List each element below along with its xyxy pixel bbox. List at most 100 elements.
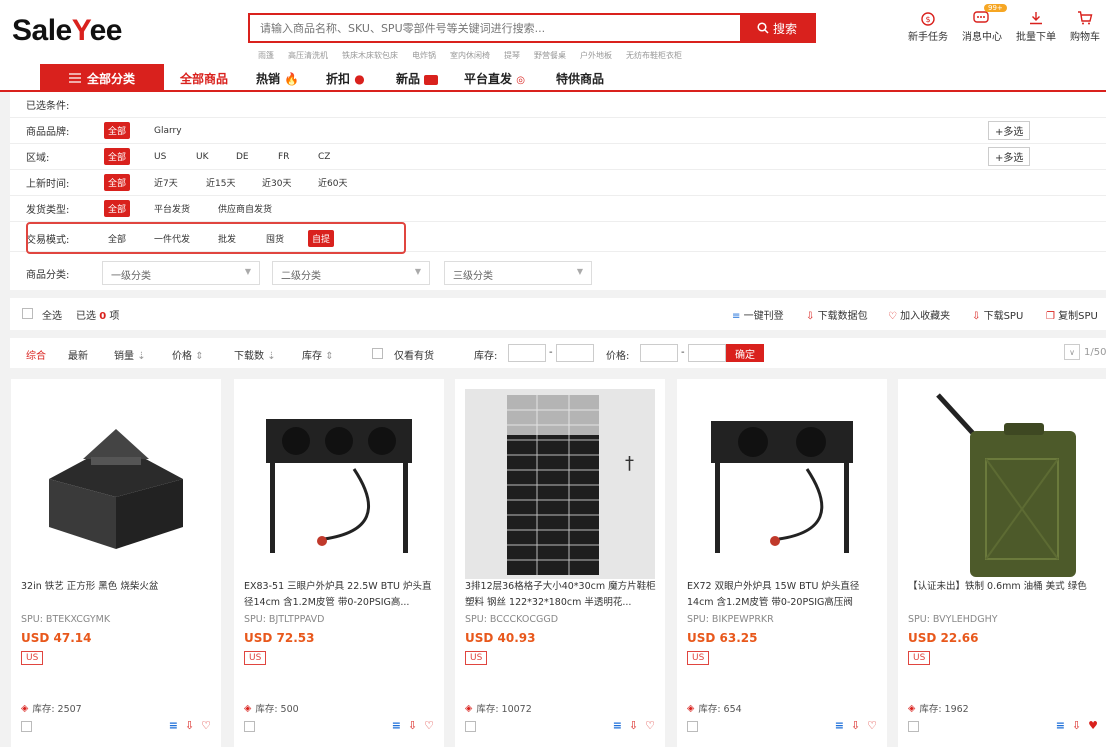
select-all-checkbox[interactable] [22, 308, 33, 319]
cart-button[interactable]: 购物车 [1070, 8, 1100, 43]
multi-select-button[interactable]: +多选 [988, 121, 1031, 140]
filter-option[interactable]: 全部 [104, 200, 131, 217]
search-button[interactable]: 搜索 [740, 15, 814, 41]
product-image[interactable] [687, 389, 877, 579]
nav-all-products[interactable]: 全部商品 [180, 70, 228, 87]
download-icon[interactable]: ⇩ [185, 719, 194, 732]
publish-icon[interactable]: ≡ [835, 719, 844, 732]
sort-downloads[interactable]: 下载数 ⇣ [234, 347, 276, 362]
product-title[interactable]: 【认证未出】铁制 0.6mm 油桶 美式 绿色 [908, 579, 1104, 611]
product-checkbox[interactable] [908, 721, 919, 732]
sort-comprehensive[interactable]: 综合 [26, 347, 46, 362]
product-image[interactable] [244, 389, 434, 579]
category-level1-select[interactable]: 一级分类 ▼ [102, 261, 260, 285]
message-center-button[interactable]: 99+ 消息中心 [962, 4, 1007, 43]
select-all-label[interactable]: 全选 [42, 307, 62, 322]
download-icon[interactable]: ⇩ [408, 719, 417, 732]
product-card[interactable]: 32in 铁艺 正方形 黑色 烧柴火盆 SPU: BTEKXCGYMK USD … [11, 379, 221, 747]
download-icon[interactable]: ⇩ [851, 719, 860, 732]
product-card[interactable]: 【认证未出】铁制 0.6mm 油桶 美式 绿色 SPU: BVYLEHDGHY … [898, 379, 1106, 747]
publish-icon[interactable]: ≡ [169, 719, 178, 732]
product-card[interactable]: EX83-51 三眼户外炉具 22.5W BTU 炉头直径14cm 含1.2M皮… [234, 379, 444, 747]
hot-word[interactable]: 高压清洗机 [288, 50, 328, 61]
product-checkbox[interactable] [465, 721, 476, 732]
filter-option[interactable]: UK [196, 152, 209, 162]
filter-option[interactable]: Glarry [154, 126, 182, 136]
in-stock-checkbox[interactable] [372, 348, 383, 359]
hot-word[interactable]: 野营餐桌 [534, 50, 566, 61]
product-card[interactable]: EX72 双眼户外炉具 15W BTU 炉头直径14cm 含1.2M皮管 带0-… [677, 379, 887, 747]
add-favorites-button[interactable]: ♡ 加入收藏夹 [888, 307, 950, 322]
filter-option[interactable]: 近30天 [262, 176, 291, 189]
category-level3-select[interactable]: 三级分类 ▼ [444, 261, 592, 285]
filter-option[interactable]: 近15天 [206, 176, 235, 189]
product-image[interactable]: † [465, 389, 655, 579]
product-checkbox[interactable] [244, 721, 255, 732]
filter-option[interactable]: 平台发货 [154, 202, 190, 215]
filter-option[interactable]: 近60天 [318, 176, 347, 189]
price-max-input[interactable] [688, 344, 726, 362]
nav-new[interactable]: 新品 [396, 70, 439, 87]
search-input[interactable] [250, 15, 742, 41]
bulk-order-button[interactable]: 批量下单 [1016, 8, 1056, 43]
nav-discount[interactable]: 折扣 ● [326, 70, 365, 87]
confirm-filter-button[interactable]: 确定 [726, 344, 764, 362]
stock-max-input[interactable] [556, 344, 594, 362]
heart-icon[interactable]: ♡ [424, 719, 434, 732]
sort-latest[interactable]: 最新 [68, 347, 88, 362]
nav-special-supply[interactable]: 特供商品 [556, 70, 604, 87]
product-card[interactable]: † 3排12层36格格子大小40*30cm 魔方片鞋柜 塑料 钢丝 122*32… [455, 379, 665, 747]
heart-icon[interactable]: ♡ [201, 719, 211, 732]
hot-word[interactable]: 雨篷 [258, 50, 274, 61]
sort-price[interactable]: 价格 ⇕ [172, 347, 204, 362]
filter-option[interactable]: CZ [318, 152, 330, 162]
download-icon[interactable]: ⇩ [629, 719, 638, 732]
download-icon[interactable]: ⇩ [1072, 719, 1081, 732]
hot-word[interactable]: 户外地板 [580, 50, 612, 61]
product-checkbox[interactable] [687, 721, 698, 732]
filter-option[interactable]: 全部 [104, 148, 131, 165]
heart-icon[interactable]: ♡ [645, 719, 655, 732]
download-spu-button[interactable]: ⇩ 下载SPU [972, 307, 1023, 322]
hot-word[interactable]: 室内休闲椅 [450, 50, 490, 61]
filter-option[interactable]: 全部 [104, 174, 131, 191]
filter-option[interactable]: FR [278, 152, 289, 162]
filter-option[interactable]: DE [236, 152, 249, 162]
sort-stock[interactable]: 库存 ⇕ [302, 347, 334, 362]
nav-hot-sale[interactable]: 热销 🔥 [256, 70, 299, 87]
filter-option[interactable]: 供应商自发货 [218, 202, 272, 215]
in-stock-label[interactable]: 仅看有货 [394, 347, 434, 362]
sort-sales[interactable]: 销量 ⇣ [114, 347, 146, 362]
one-click-publish-button[interactable]: ≡ 一键刊登 [732, 307, 784, 322]
copy-spu-button[interactable]: ❐ 复制SPU [1046, 307, 1098, 322]
hot-word[interactable]: 电炸锅 [412, 50, 436, 61]
filter-option[interactable]: 近7天 [154, 176, 178, 189]
product-image[interactable] [908, 389, 1098, 579]
product-title[interactable]: EX72 双眼户外炉具 15W BTU 炉头直径14cm 含1.2M皮管 带0-… [687, 579, 883, 611]
product-image[interactable] [21, 389, 211, 579]
product-title[interactable]: EX83-51 三眼户外炉具 22.5W BTU 炉头直径14cm 含1.2M皮… [244, 579, 440, 611]
category-level2-select[interactable]: 二级分类 ▼ [272, 261, 430, 285]
heart-filled-icon[interactable]: ♥ [1088, 719, 1098, 732]
heart-icon[interactable]: ♡ [867, 719, 877, 732]
hot-word[interactable]: 提琴 [504, 50, 520, 61]
product-title[interactable]: 3排12层36格格子大小40*30cm 魔方片鞋柜 塑料 钢丝 122*32*1… [465, 579, 661, 611]
filter-option[interactable]: US [154, 152, 166, 162]
publish-icon[interactable]: ≡ [392, 719, 401, 732]
hot-word[interactable]: 铁床木床软包床 [342, 50, 398, 61]
publish-icon[interactable]: ≡ [613, 719, 622, 732]
stock-min-input[interactable] [508, 344, 546, 362]
download-package-button[interactable]: ⇩ 下载数据包 [806, 307, 868, 322]
multi-select-button[interactable]: +多选 [988, 147, 1031, 166]
nav-platform-direct[interactable]: 平台直发 ◎ [464, 70, 525, 87]
pagination-dropdown[interactable]: ∨ [1064, 344, 1080, 360]
price-min-input[interactable] [640, 344, 678, 362]
hot-word[interactable]: 无纺布鞋柜衣柜 [626, 50, 682, 61]
product-checkbox[interactable] [21, 721, 32, 732]
publish-icon[interactable]: ≡ [1056, 719, 1065, 732]
product-title[interactable]: 32in 铁艺 正方形 黑色 烧柴火盆 [21, 579, 217, 611]
newbie-tasks-button[interactable]: $ 新手任务 [908, 8, 948, 43]
all-categories-button[interactable]: 全部分类 [40, 64, 164, 92]
saleyee-logo[interactable]: SaleYee [12, 14, 122, 48]
filter-option[interactable]: 全部 [104, 122, 131, 139]
